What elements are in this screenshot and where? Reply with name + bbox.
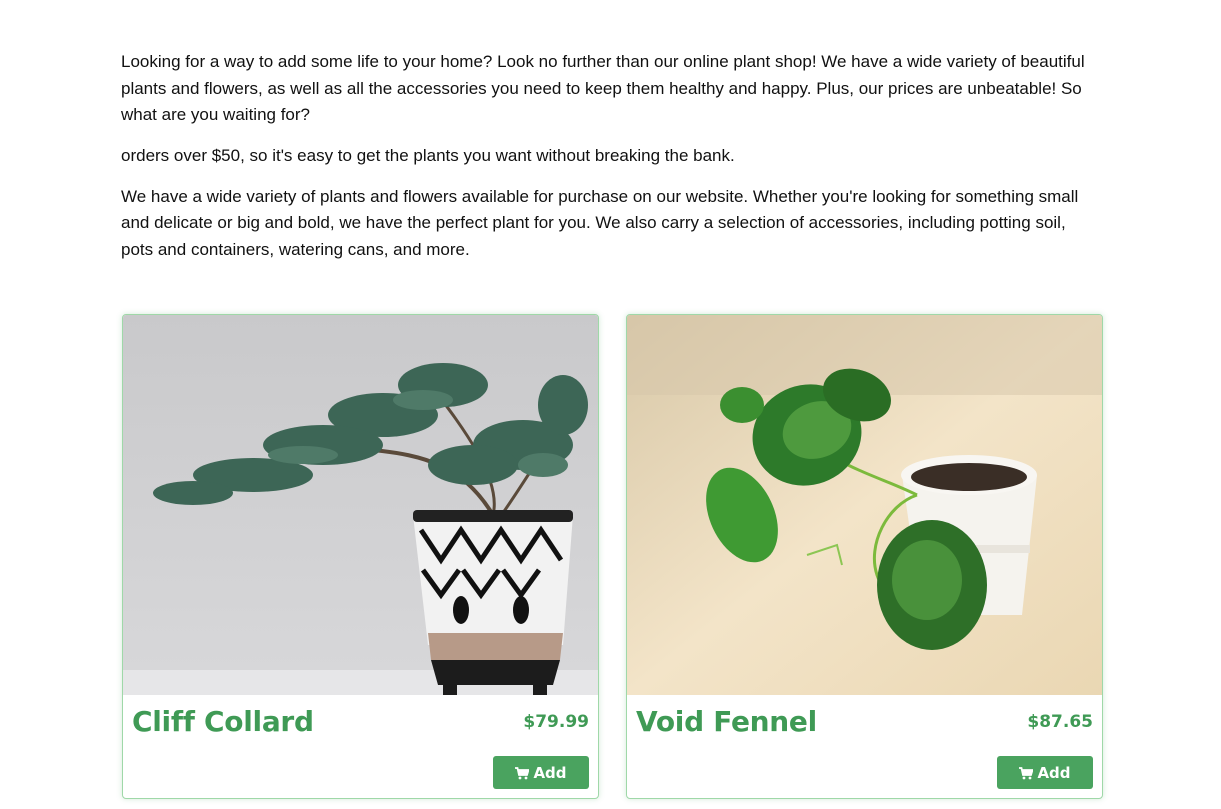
shopping-cart-icon [515, 766, 531, 780]
pothos-image [627, 315, 1102, 695]
intro-paragraph-clipped: orders over $50, so it's easy to get the… [121, 131, 1096, 170]
add-to-cart-button[interactable]: Add [997, 756, 1093, 789]
product-card: Cliff Collard $79.99 Add [122, 314, 599, 799]
add-to-cart-button[interactable]: Add [493, 756, 589, 789]
intro-paragraph: We have a wide variety of plants and flo… [121, 186, 1079, 259]
intro-paragraph: orders over $50, so it's easy to get the… [121, 146, 735, 165]
product-image [627, 315, 1102, 695]
intro-paragraph: Looking for a way to add some life to yo… [121, 52, 1085, 124]
shopping-cart-icon [1019, 766, 1035, 780]
product-price: $79.99 [523, 712, 589, 732]
bonsai-image [123, 315, 598, 695]
intro-text: Looking for a way to add some life to yo… [121, 49, 1096, 263]
product-name: Void Fennel [636, 705, 817, 738]
product-card: Void Fennel $87.65 Add [626, 314, 1103, 799]
product-price: $87.65 [1027, 712, 1093, 732]
add-button-label: Add [1037, 763, 1071, 782]
add-button-label: Add [533, 763, 567, 782]
product-image [123, 315, 598, 695]
product-name: Cliff Collard [132, 705, 314, 738]
